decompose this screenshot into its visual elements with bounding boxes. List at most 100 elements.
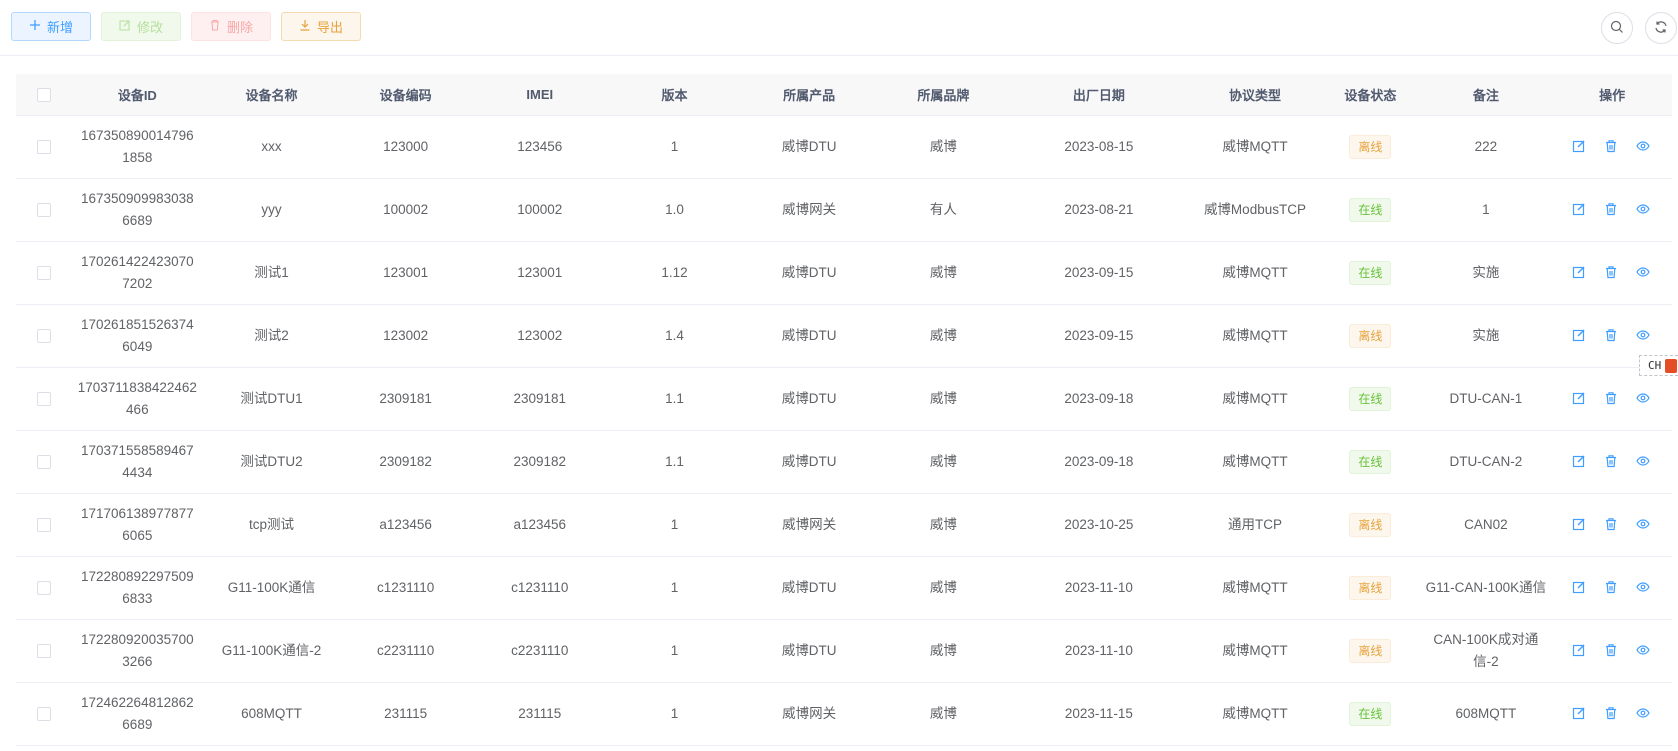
edit-button[interactable]: 修改	[101, 12, 181, 41]
edit-icon[interactable]	[1572, 706, 1588, 722]
row-checkbox[interactable]	[36, 580, 51, 595]
cell-id: 1722809200357003266	[71, 619, 204, 683]
device-table: 设备ID 设备名称 设备编码 IMEI 版本 所属产品 所属品牌 出厂日期 协议…	[16, 74, 1672, 746]
trash-icon[interactable]	[1604, 391, 1620, 407]
cell-version: 1.4	[608, 304, 741, 368]
trash-icon[interactable]	[1604, 517, 1620, 533]
select-all-checkbox[interactable]	[36, 88, 51, 103]
cell-id: 1703711838422462466	[71, 367, 204, 431]
cell-brand: 威博	[877, 556, 1010, 620]
eye-icon[interactable]	[1636, 454, 1652, 470]
column-header[interactable]: 设备ID	[71, 74, 204, 116]
cell-name: 测试1	[203, 241, 340, 305]
select-all-cell	[16, 74, 72, 116]
column-header[interactable]: 版本	[608, 74, 741, 116]
eye-icon[interactable]	[1636, 328, 1652, 344]
row-checkbox[interactable]	[36, 706, 51, 721]
delete-button[interactable]: 删除	[191, 12, 271, 41]
trash-icon[interactable]	[1604, 580, 1620, 596]
trash-icon[interactable]	[1604, 706, 1620, 722]
refresh-button[interactable]	[1645, 12, 1677, 44]
cell-actions	[1552, 430, 1672, 494]
column-header[interactable]: 设备编码	[339, 74, 472, 116]
cell-protocol: 通用TCP	[1188, 493, 1322, 557]
export-button[interactable]: 导出	[281, 12, 361, 41]
row-checkbox[interactable]	[36, 202, 51, 217]
cell-remark: G11-CAN-100K通信	[1419, 556, 1553, 620]
column-header[interactable]: 所属产品	[740, 74, 878, 116]
edit-icon[interactable]	[1572, 139, 1588, 155]
eye-icon[interactable]	[1636, 517, 1652, 533]
row-select-cell	[16, 304, 72, 368]
column-header[interactable]: 所属品牌	[877, 74, 1010, 116]
row-checkbox[interactable]	[36, 391, 51, 406]
edit-icon[interactable]	[1572, 328, 1588, 344]
status-badge: 在线	[1349, 197, 1392, 222]
export-button-label: 导出	[316, 20, 343, 35]
edit-icon[interactable]	[1572, 580, 1588, 596]
column-header[interactable]: 出厂日期	[1009, 74, 1189, 116]
cell-version: 1.1	[608, 430, 741, 494]
cell-version: 1.1	[608, 367, 741, 431]
eye-icon[interactable]	[1636, 580, 1652, 596]
plus-icon	[29, 19, 41, 34]
cell-date: 2023-08-15	[1009, 115, 1189, 179]
row-select-cell	[16, 493, 72, 557]
cell-imei: c2231110	[471, 619, 609, 683]
edit-icon[interactable]	[1572, 391, 1588, 407]
table-body: 1673508900147961858 xxx 123000 123456 1 威博DTU…	[16, 115, 1672, 746]
column-header[interactable]: 协议类型	[1188, 74, 1322, 116]
trash-icon[interactable]	[1604, 643, 1620, 659]
edit-icon[interactable]	[1572, 265, 1588, 281]
cell-status: 在线	[1321, 241, 1420, 305]
column-header[interactable]: 备注	[1419, 74, 1553, 116]
table-row: 1673509099830386689 yyy 100002 100002 1.0 威博网…	[16, 178, 1672, 242]
cell-imei: 123002	[471, 304, 609, 368]
cell-date: 2023-09-18	[1009, 367, 1189, 431]
cell-actions	[1552, 241, 1672, 305]
column-header[interactable]: 设备状态	[1321, 74, 1420, 116]
cell-name: xxx	[203, 115, 340, 179]
trash-icon[interactable]	[1604, 265, 1620, 281]
column-header[interactable]: IMEI	[471, 74, 609, 116]
add-button[interactable]: 新增	[11, 12, 91, 41]
row-checkbox[interactable]	[36, 454, 51, 469]
row-checkbox[interactable]	[36, 328, 51, 343]
trash-icon[interactable]	[1604, 328, 1620, 344]
edit-icon[interactable]	[1572, 202, 1588, 218]
trash-icon[interactable]	[1604, 202, 1620, 218]
edit-icon	[119, 19, 131, 34]
cell-brand: 威博	[877, 367, 1010, 431]
eye-icon[interactable]	[1636, 139, 1652, 155]
row-checkbox[interactable]	[36, 265, 51, 280]
eye-icon[interactable]	[1636, 643, 1652, 659]
column-header[interactable]: 设备名称	[203, 74, 340, 116]
eye-icon[interactable]	[1636, 202, 1652, 218]
row-select-cell	[16, 241, 72, 305]
trash-icon[interactable]	[1604, 454, 1620, 470]
cell-id: 1703715585894674434	[71, 430, 204, 494]
cell-protocol: 威博MQTT	[1188, 556, 1322, 620]
trash-icon[interactable]	[1604, 139, 1620, 155]
search-toggle-button[interactable]	[1601, 12, 1633, 44]
cell-brand: 威博	[877, 304, 1010, 368]
cell-imei: 100002	[471, 178, 609, 242]
cell-product: 威博DTU	[740, 619, 878, 683]
row-checkbox[interactable]	[36, 517, 51, 532]
eye-icon[interactable]	[1636, 391, 1652, 407]
eye-icon[interactable]	[1636, 265, 1652, 281]
edit-icon[interactable]	[1572, 643, 1588, 659]
cell-date: 2023-10-25	[1009, 493, 1189, 557]
edit-button-label: 修改	[136, 20, 163, 35]
row-checkbox[interactable]	[36, 643, 51, 658]
row-checkbox[interactable]	[36, 139, 51, 154]
cell-protocol: 威博MQTT	[1188, 241, 1322, 305]
row-select-cell	[16, 430, 72, 494]
cell-brand: 威博	[877, 682, 1010, 746]
edit-icon[interactable]	[1572, 454, 1588, 470]
cell-product: 威博DTU	[740, 304, 878, 368]
edit-icon[interactable]	[1572, 517, 1588, 533]
download-icon	[299, 19, 311, 34]
eye-icon[interactable]	[1636, 706, 1652, 722]
language-badge[interactable]: CH	[1639, 355, 1678, 376]
